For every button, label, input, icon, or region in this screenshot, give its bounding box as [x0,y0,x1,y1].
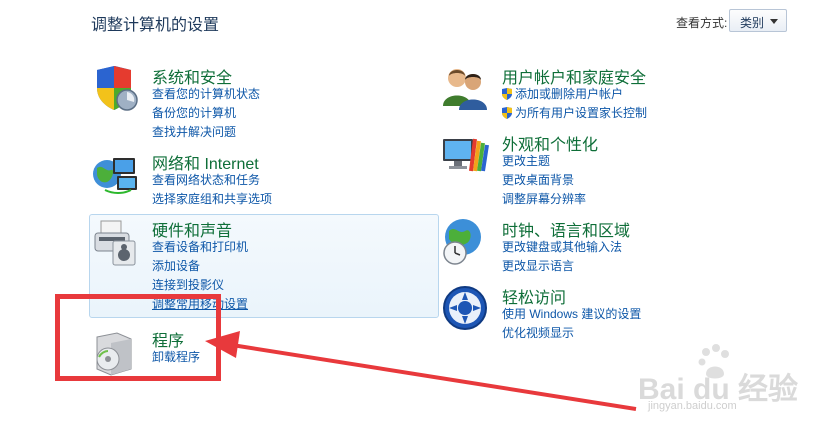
watermark: Bai du 经验 jingyan.baidu.com [638,340,828,420]
watermark-url: jingyan.baidu.com [648,400,737,412]
